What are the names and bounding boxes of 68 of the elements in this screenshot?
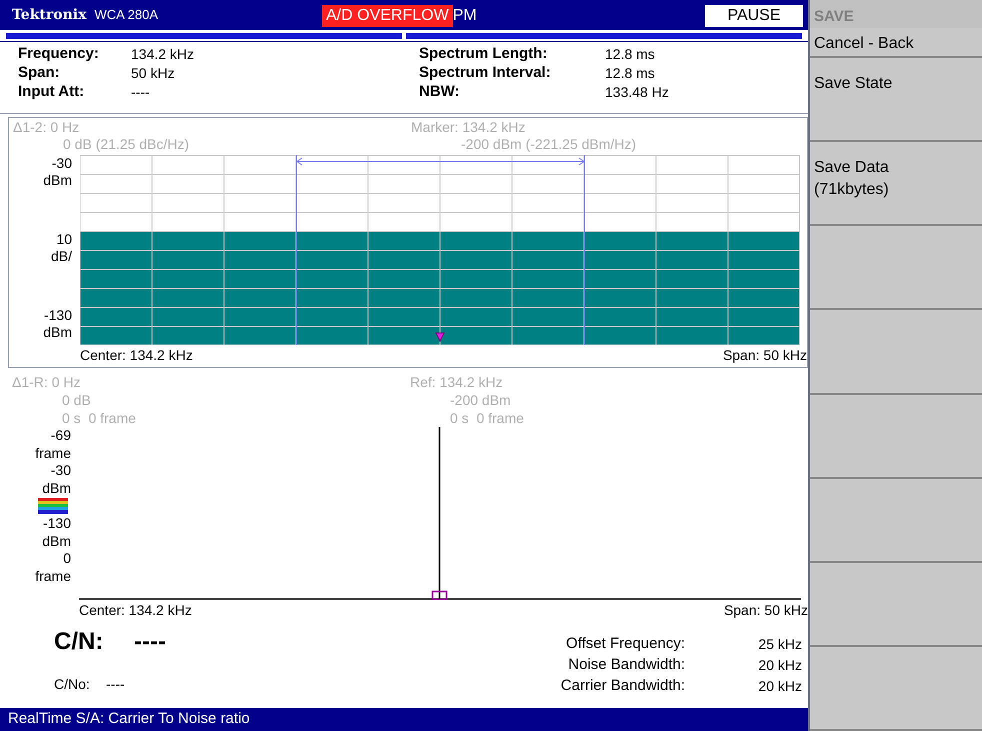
axis-unit: frame: [35, 568, 71, 585]
status-bar: RealTime S/A: Carrier To Noise ratio: [0, 708, 808, 731]
cno-label: C/No:: [54, 675, 91, 694]
center-label: Center: 134.2 kHz: [79, 601, 192, 620]
overflow-alert: A/D OVERFLOW: [322, 5, 453, 27]
menu-button[interactable]: [810, 562, 982, 647]
menu-button[interactable]: [810, 646, 982, 731]
menu-button[interactable]: [810, 226, 982, 310]
axis-label: -130: [42, 515, 71, 532]
parameter-value: 50 kHz: [131, 64, 175, 83]
cno-value: ----: [106, 675, 125, 694]
parameter-value: 134.2 kHz: [131, 45, 194, 64]
ref-readout: -200 dBm: [449, 391, 511, 409]
delta-readout: 0 dB: [61, 391, 91, 409]
menu-button[interactable]: Cancel - Back: [810, 28, 982, 58]
menu-button[interactable]: Save State: [810, 58, 982, 142]
menu-title: SAVE: [813, 7, 855, 27]
menu-button[interactable]: [810, 394, 982, 479]
parameter-label: Spectrum Interval:: [419, 63, 552, 84]
axis-label: -30: [50, 462, 71, 480]
pause-button[interactable]: PAUSE: [705, 5, 803, 27]
setting-value: 25 kHz: [757, 635, 803, 654]
cn-value: ----: [134, 627, 166, 657]
parameter-label: Input Att:: [18, 82, 86, 102]
menu-button[interactable]: Save Data (71kbytes): [810, 142, 982, 226]
ref-readout: Ref: 134.2 kHz: [410, 373, 503, 391]
setting-label: Carrier Bandwidth:: [560, 676, 685, 696]
parameter-value: ----: [131, 83, 150, 102]
parameter-value: 12.8 ms: [605, 45, 655, 64]
axis-label: -30: [52, 155, 72, 172]
axis-unit: dBm: [43, 172, 72, 189]
axis-label: -130: [44, 307, 72, 324]
setting-value: 20 kHz: [757, 677, 803, 696]
delta-readout: 0 dB (21.25 dBc/Hz): [62, 136, 190, 153]
marker-readout: Marker: 134.2 kHz: [411, 119, 526, 136]
center-label: Center: 134.2 kHz: [80, 346, 193, 365]
axis-unit: frame: [35, 444, 71, 462]
menu-button[interactable]: [810, 478, 982, 563]
parameter-label: Span:: [18, 63, 61, 84]
axis-unit: dBm: [42, 532, 71, 550]
setting-label: Noise Bandwidth:: [567, 655, 685, 676]
status-label: PM: [452, 6, 477, 26]
menu-button[interactable]: [810, 310, 982, 395]
axis-label: -69: [50, 427, 71, 444]
axis-unit: dBm: [43, 324, 72, 341]
setting-value: 20 kHz: [757, 656, 803, 675]
model-label: WCA 280A: [94, 6, 158, 24]
axis-label: 10: [56, 231, 72, 248]
marker-icon: [435, 332, 445, 342]
axis-unit: dB/: [50, 248, 72, 265]
color-scale-icon: [38, 498, 68, 514]
delta-readout: 0 s 0 frame: [61, 409, 136, 427]
parameter-label: Spectrum Length:: [419, 44, 548, 64]
parameter-label: Frequency:: [18, 44, 100, 64]
cn-label: C/N:: [54, 627, 104, 657]
ref-readout: 0 s 0 frame: [449, 409, 524, 427]
span-label: Span: 50 kHz: [724, 601, 808, 620]
parameter-value: 12.8 ms: [605, 64, 655, 83]
marker-readout: -200 dBm (-221.25 dBm/Hz): [460, 136, 636, 153]
axis-unit: dBm: [42, 480, 71, 497]
setting-label: Offset Frequency:: [565, 634, 685, 654]
axis-label: 0: [63, 550, 71, 568]
delta-readout: Δ1-R: 0 Hz: [12, 373, 80, 391]
brand-label: Tektronix: [12, 6, 86, 24]
parameter-value: 133.48 Hz: [605, 83, 669, 102]
delta-readout: Δ1-2: 0 Hz: [13, 119, 80, 136]
span-label: Span: 50 kHz: [722, 346, 807, 365]
parameter-label: NBW:: [419, 82, 461, 102]
